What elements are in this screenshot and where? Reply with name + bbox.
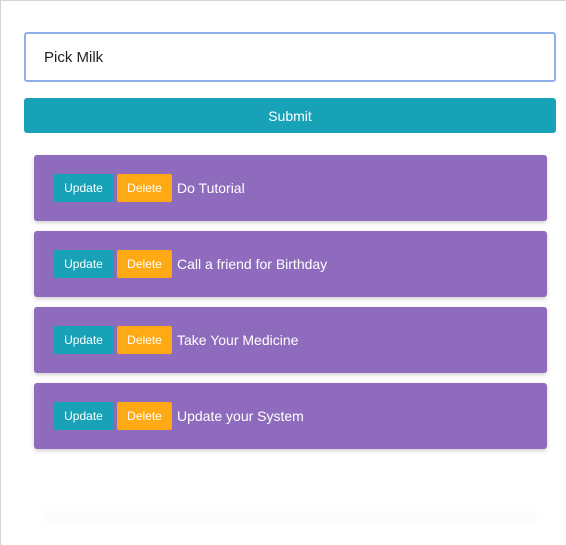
delete-button[interactable]: Delete [117, 402, 172, 430]
task-item: Update Delete Call a friend for Birthday [34, 231, 547, 297]
footer-shade [46, 507, 536, 523]
task-text: Do Tutorial [177, 180, 245, 196]
update-button[interactable]: Update [53, 174, 114, 202]
delete-button[interactable]: Delete [117, 174, 172, 202]
update-button[interactable]: Update [53, 326, 114, 354]
delete-button[interactable]: Delete [117, 250, 172, 278]
task-list: Update Delete Do Tutorial Update Delete … [34, 155, 547, 449]
task-input[interactable] [24, 32, 556, 82]
task-item: Update Delete Take Your Medicine [34, 307, 547, 373]
update-button[interactable]: Update [53, 402, 114, 430]
task-text: Update your System [177, 408, 304, 424]
update-button[interactable]: Update [53, 250, 114, 278]
todo-app: Submit Update Delete Do Tutorial Update … [24, 32, 556, 459]
task-item: Update Delete Update your System [34, 383, 547, 449]
task-text: Take Your Medicine [177, 332, 299, 348]
delete-button[interactable]: Delete [117, 326, 172, 354]
task-text: Call a friend for Birthday [177, 256, 328, 272]
task-item: Update Delete Do Tutorial [34, 155, 547, 221]
submit-button[interactable]: Submit [24, 98, 556, 133]
app-frame: Submit Update Delete Do Tutorial Update … [0, 0, 566, 545]
